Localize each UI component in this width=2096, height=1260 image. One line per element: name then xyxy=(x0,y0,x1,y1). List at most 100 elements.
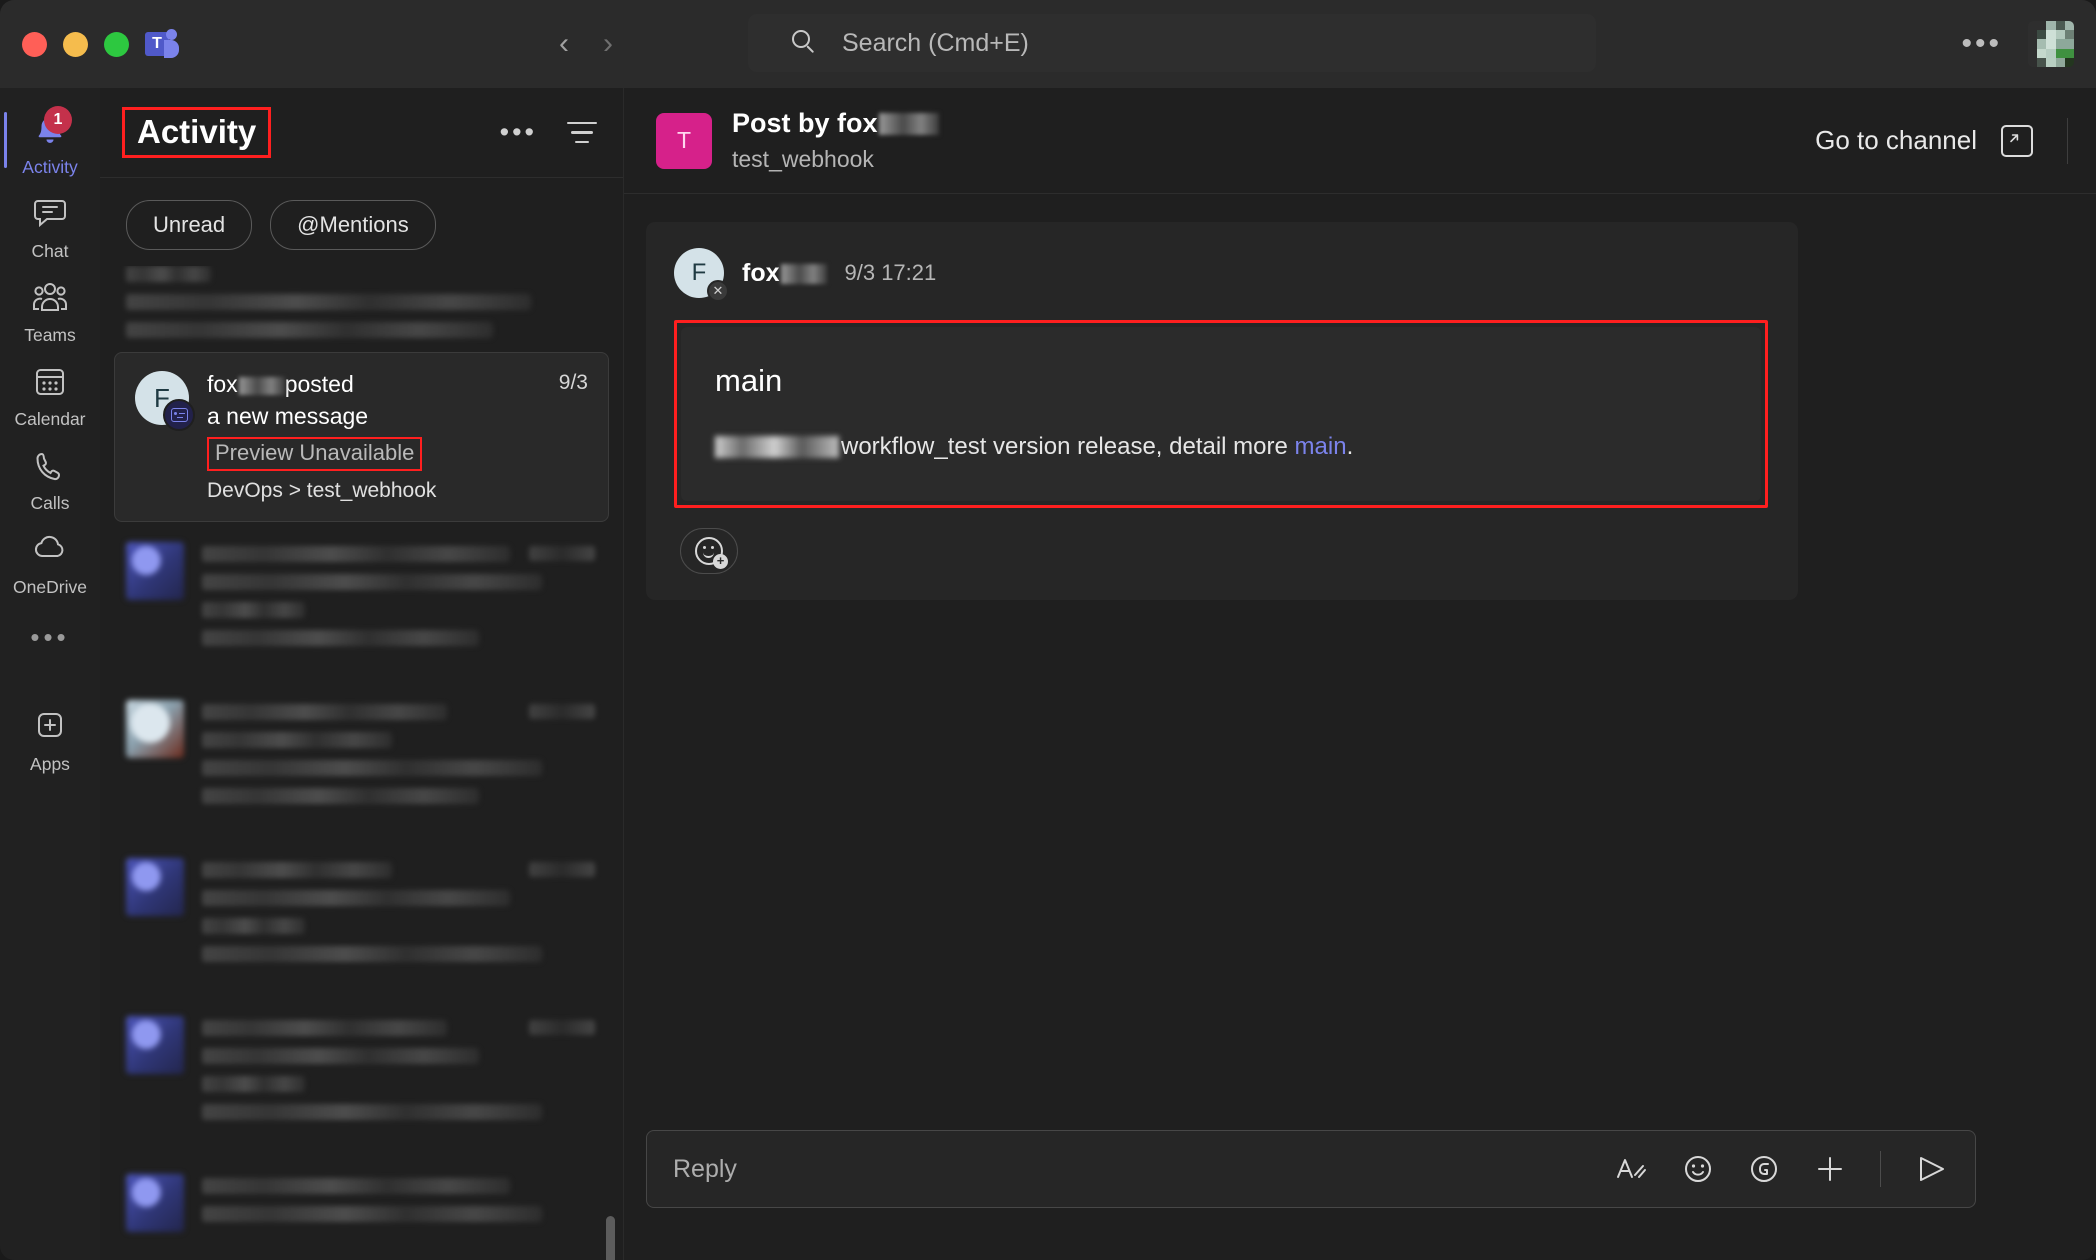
list-item-avatar xyxy=(126,1016,184,1074)
divider xyxy=(2067,117,2068,164)
blocked-icon: ✕ xyxy=(707,280,729,302)
sidebar-item-onedrive[interactable]: OneDrive xyxy=(0,522,100,606)
adaptive-card: main workflow_test version release, deta… xyxy=(681,327,1761,501)
plus-icon[interactable] xyxy=(1814,1153,1846,1185)
teams-logo-icon: T xyxy=(145,27,179,61)
sidebar-item-label: Apps xyxy=(30,754,70,774)
open-in-new-icon[interactable] xyxy=(2001,124,2033,157)
sidebar-item-calendar[interactable]: Calendar xyxy=(0,354,100,438)
activity-list[interactable]: F fox posted a new message Preview Unavai… xyxy=(100,266,623,1260)
settings-more-button[interactable]: ••• xyxy=(1961,27,2002,61)
go-to-channel-button[interactable]: Go to channel xyxy=(1815,125,1977,156)
list-item[interactable] xyxy=(100,680,623,838)
chip-unread[interactable]: Unread xyxy=(126,200,253,250)
chip-mentions[interactable]: @Mentions xyxy=(270,200,436,250)
activity-item-actor: fox xyxy=(207,371,238,397)
redacted-name xyxy=(238,377,285,395)
avatar[interactable] xyxy=(2028,21,2074,67)
list-item-avatar xyxy=(126,858,184,916)
activity-item-subtitle: a new message xyxy=(207,403,369,429)
divider xyxy=(1880,1151,1881,1187)
list-item[interactable] xyxy=(100,266,623,352)
activity-list-scrollbar[interactable] xyxy=(606,1216,615,1260)
post-author: fox xyxy=(742,259,827,288)
activity-header-actions: ••• xyxy=(500,117,597,148)
teams-window: T ‹ › Search (Cmd+E) ••• 1 Activity Chat… xyxy=(0,0,2096,1260)
post-icon xyxy=(163,399,195,431)
list-item-date xyxy=(529,1020,595,1035)
forward-button[interactable]: › xyxy=(603,29,613,59)
sidebar-item-label: OneDrive xyxy=(13,577,87,597)
conversation-header-actions: Go to channel xyxy=(1815,117,2068,164)
list-item-date xyxy=(529,862,595,877)
sidebar-item-label: Calls xyxy=(30,493,70,513)
list-item[interactable] xyxy=(100,1154,623,1256)
minimize-window-button[interactable] xyxy=(63,31,88,57)
list-item-avatar xyxy=(126,700,184,758)
card-link[interactable]: main xyxy=(1295,433,1347,460)
highlight-box: main workflow_test version release, deta… xyxy=(674,320,1768,508)
navigation-arrows: ‹ › xyxy=(559,29,613,59)
title-bar: T ‹ › Search (Cmd+E) ••• xyxy=(0,0,2096,88)
titlebar-right: ••• xyxy=(1961,0,2074,88)
sidebar-item-teams[interactable]: Teams xyxy=(0,270,100,354)
search-input[interactable]: Search (Cmd+E) xyxy=(748,14,1596,72)
sidebar-item-label: Chat xyxy=(31,241,69,261)
chat-bubble-icon xyxy=(30,196,70,234)
sidebar-item-activity[interactable]: 1 Activity xyxy=(0,102,100,186)
sidebar-item-label: Teams xyxy=(24,325,76,345)
filter-icon[interactable] xyxy=(567,121,597,144)
reply-placeholder: Reply xyxy=(673,1154,737,1183)
activity-more-button[interactable]: ••• xyxy=(500,117,537,148)
cloud-icon xyxy=(30,532,70,570)
activity-header: Activity ••• xyxy=(100,88,623,178)
window-controls xyxy=(0,31,129,57)
rail-more-button[interactable]: ••• xyxy=(30,606,69,669)
team-avatar: T xyxy=(656,112,712,169)
activity-item-selected[interactable]: F fox posted a new message Preview Unavai… xyxy=(114,352,609,522)
list-item[interactable] xyxy=(100,838,623,996)
activity-panel: Activity ••• Unread @Mentions F fox post… xyxy=(100,88,624,1260)
close-window-button[interactable] xyxy=(22,31,47,57)
back-button[interactable]: ‹ xyxy=(559,29,569,59)
list-item-avatar xyxy=(126,542,184,600)
calendar-icon xyxy=(30,364,70,402)
sidebar-item-label: Calendar xyxy=(14,409,86,429)
list-item[interactable] xyxy=(100,996,623,1154)
post-timestamp: 9/3 17:21 xyxy=(844,260,937,285)
card-title: main xyxy=(715,363,783,398)
giphy-icon[interactable] xyxy=(1748,1153,1780,1185)
add-reaction-icon: + xyxy=(695,537,728,569)
add-reaction-button[interactable]: + xyxy=(680,528,738,574)
post-author-text: fox xyxy=(742,258,780,287)
activity-item-actor-line: fox posted xyxy=(207,371,533,398)
redacted-name xyxy=(780,263,827,284)
activity-item-body: fox posted a new message Preview Unavaila… xyxy=(207,371,533,503)
reply-input[interactable]: Reply xyxy=(646,1130,1976,1208)
send-icon[interactable] xyxy=(1915,1153,1949,1185)
redacted-name xyxy=(878,113,939,135)
phone-icon xyxy=(30,448,70,486)
activity-item-channel-path: DevOps > test_webhook xyxy=(207,479,437,502)
card-body: workflow_test version release, detail mo… xyxy=(715,433,1727,461)
card-body-suffix: . xyxy=(1346,433,1354,460)
sidebar-item-calls[interactable]: Calls xyxy=(0,438,100,522)
list-item-date xyxy=(529,704,595,719)
format-icon[interactable] xyxy=(1614,1153,1648,1185)
activity-badge-count: 1 xyxy=(44,106,72,134)
people-icon xyxy=(30,280,70,318)
maximize-window-button[interactable] xyxy=(104,31,129,57)
sidebar-item-apps[interactable]: Apps xyxy=(0,699,100,783)
card-body-text: workflow_test version release, detail mo… xyxy=(841,433,1295,460)
list-item-date xyxy=(529,546,595,561)
list-item[interactable] xyxy=(100,522,623,680)
avatar: F ✕ xyxy=(674,248,729,302)
app-rail: 1 Activity Chat Teams Calendar Calls One… xyxy=(0,88,100,1260)
sidebar-item-label: Activity xyxy=(22,157,78,177)
list-item-avatar xyxy=(126,1174,184,1232)
emoji-icon[interactable] xyxy=(1682,1153,1714,1185)
conversation-header: T Post by fox test_webhook Go to channel xyxy=(624,88,2096,194)
bell-icon: 1 xyxy=(30,106,72,150)
avatar: F xyxy=(135,371,195,431)
sidebar-item-chat[interactable]: Chat xyxy=(0,186,100,270)
